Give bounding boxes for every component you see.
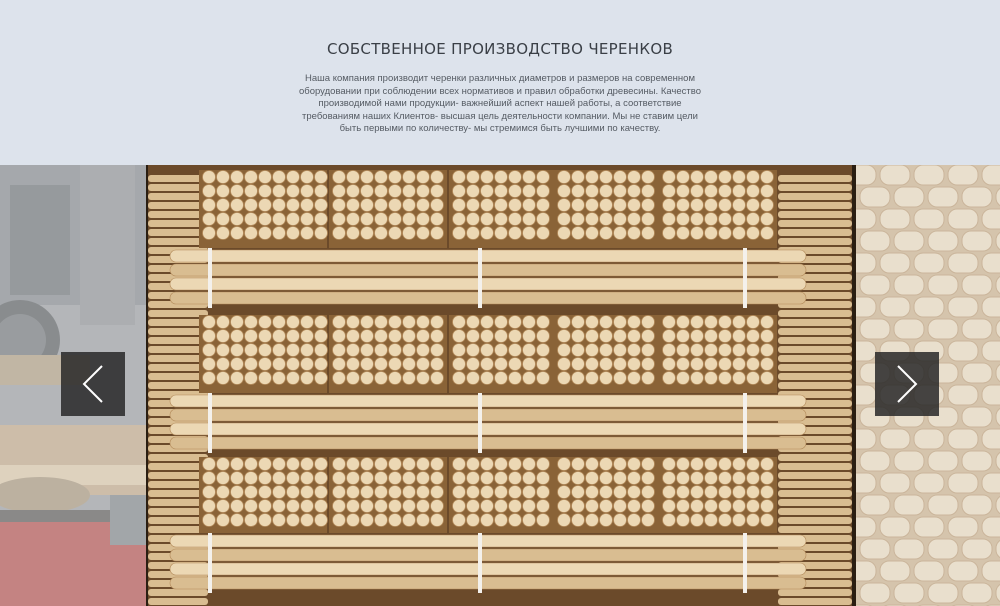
slider-prev-button[interactable] <box>61 352 125 416</box>
chevron-right-icon <box>897 365 918 403</box>
intro-section: СОБСТВЕННОЕ ПРОИЗВОДСТВО ЧЕРЕНКОВ Наша к… <box>0 0 1000 165</box>
wooden-handles-photo <box>148 165 852 606</box>
intro-description: Наша компания производит черенки различн… <box>299 73 701 135</box>
page-title: СОБСТВЕННОЕ ПРОИЗВОДСТВО ЧЕРЕНКОВ <box>326 40 674 58</box>
image-slider <box>0 165 1000 606</box>
main-slide <box>148 165 852 606</box>
chevron-left-icon <box>82 365 103 403</box>
slider-next-button[interactable] <box>875 352 939 416</box>
